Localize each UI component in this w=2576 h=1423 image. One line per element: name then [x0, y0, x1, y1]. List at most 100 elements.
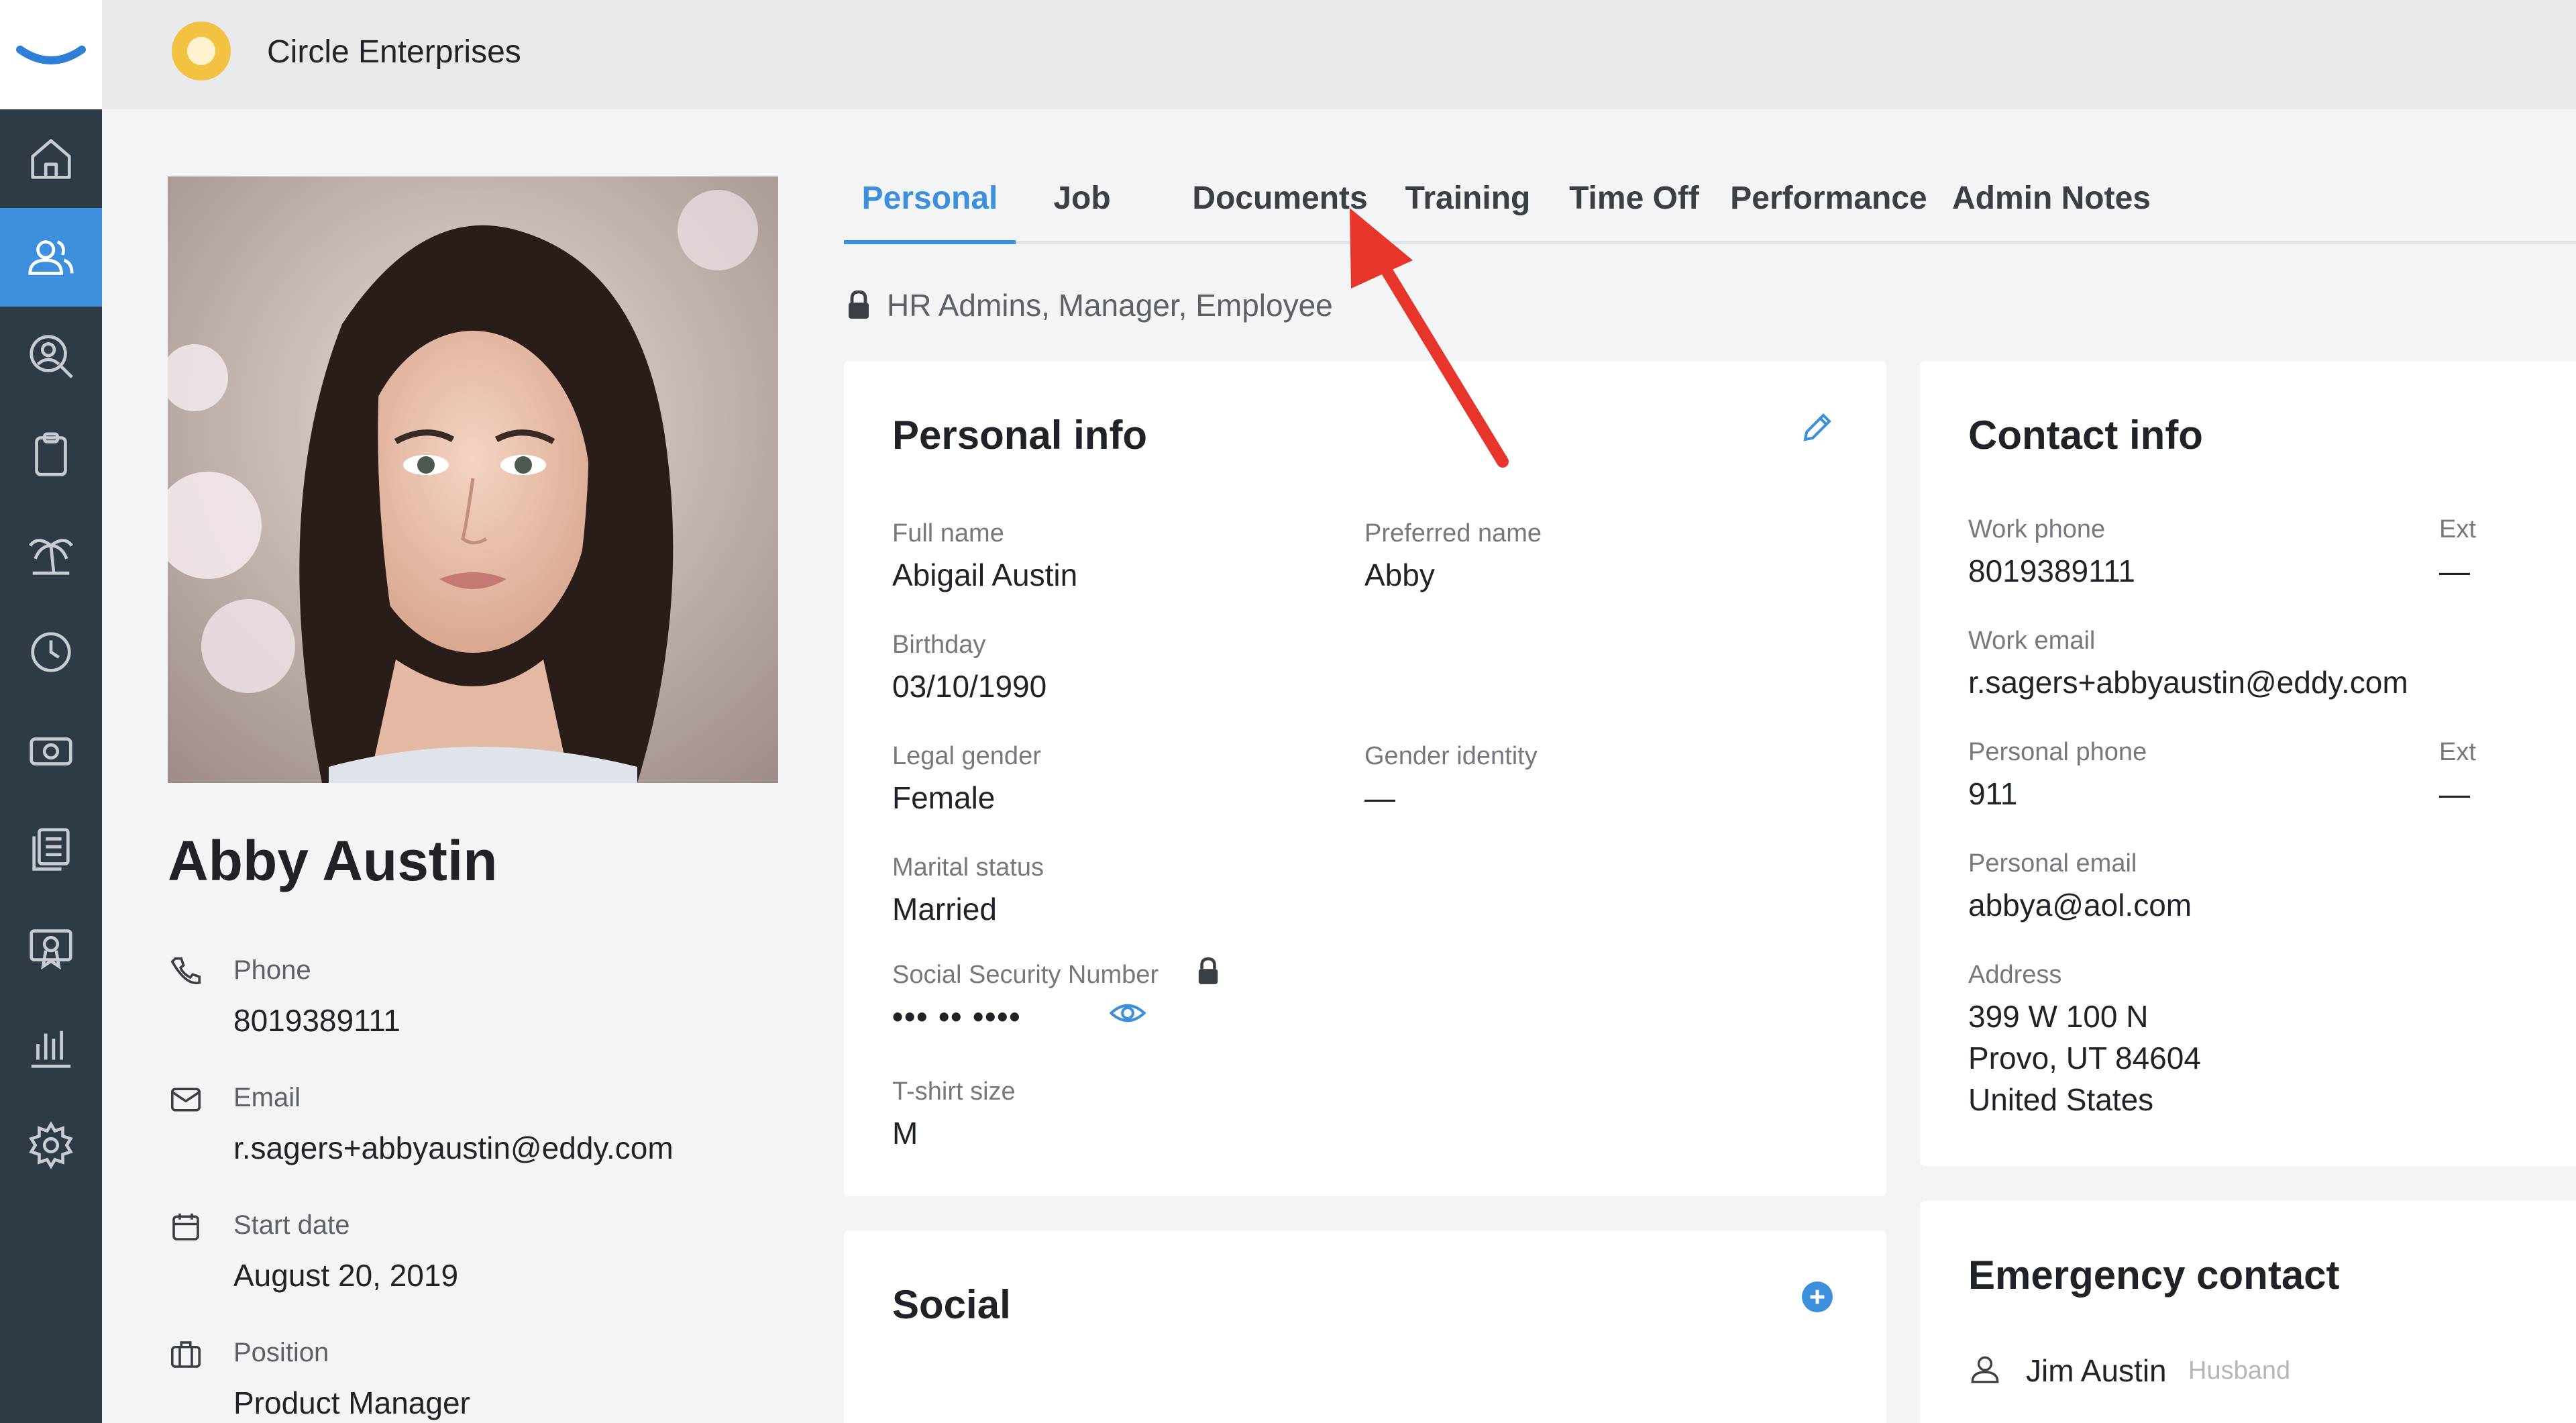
birthday-value: 03/10/1990 — [892, 669, 1047, 704]
company-logo — [172, 21, 231, 81]
personal-info-card: Personal info Full name Abigail Austin P… — [844, 361, 1886, 1196]
email-label: Email — [233, 1083, 301, 1112]
social-card: Social — [844, 1230, 1886, 1423]
legal-gender-label: Legal gender — [892, 742, 1041, 770]
contact-info-title: Contact info — [1968, 413, 2203, 458]
work-email-label: Work email — [1968, 627, 2096, 655]
work-email-value[interactable]: r.sagers+abbyaustin@eddy.com — [1968, 664, 2408, 700]
address-line-2: Provo, UT 84604 — [1968, 1041, 2201, 1075]
birthday-label: Birthday — [892, 631, 986, 659]
palm-tree-icon — [28, 538, 74, 575]
tshirt-size-value: M — [892, 1116, 918, 1151]
emergency-contact-relation: Husband — [2188, 1357, 2291, 1385]
ssn-value: ••• •• •••• — [892, 999, 1022, 1034]
show-ssn-eye-icon[interactable] — [1110, 998, 1146, 1028]
personal-info-title: Personal info — [892, 413, 1148, 458]
nav-user-search[interactable] — [0, 307, 102, 405]
start-date-label: Start date — [233, 1210, 350, 1240]
position-value: Product Manager — [233, 1385, 470, 1420]
tshirt-size-label: T-shirt size — [892, 1077, 1016, 1106]
visibility-text: HR Admins, Manager, Employee — [887, 288, 1333, 323]
emergency-contact-name: Jim Austin — [2026, 1353, 2167, 1388]
nav-documents[interactable] — [0, 800, 102, 898]
nav-payroll[interactable] — [0, 701, 102, 800]
gender-identity-value: — — [1364, 780, 1395, 815]
phone-value[interactable]: 8019389111 — [233, 1002, 400, 1039]
work-ext-value: — — [2439, 554, 2470, 588]
email-icon — [170, 1088, 201, 1112]
ssn-lock-icon — [1198, 957, 1218, 984]
top-bar: Circle Enterprises — [102, 0, 2576, 109]
marital-status-label: Marital status — [892, 853, 1044, 882]
tab-performance[interactable]: Performance — [1728, 172, 1929, 244]
legal-gender-value: Female — [892, 780, 996, 815]
social-title: Social — [892, 1282, 1011, 1327]
home-icon — [31, 138, 71, 179]
bar-chart-icon — [31, 1031, 71, 1068]
edit-pencil-icon[interactable] — [1799, 409, 1835, 445]
marital-status-value: Married — [892, 892, 997, 927]
company-name[interactable]: Circle Enterprises — [267, 34, 521, 70]
app-logo[interactable] — [0, 0, 102, 109]
preferred-name-value: Abby — [1364, 558, 1435, 592]
nav-time[interactable] — [0, 602, 102, 701]
contact-info-card: Contact info Work phone 8019389111 Ext —… — [1920, 361, 2576, 1166]
nav-time-off[interactable] — [0, 504, 102, 602]
nav-home[interactable] — [0, 109, 102, 208]
lock-icon — [849, 291, 869, 319]
people-icon — [28, 240, 74, 275]
nav-training[interactable] — [0, 898, 102, 997]
visibility-note: HR Admins, Manager, Employee — [847, 287, 1333, 323]
nav-clipboard[interactable] — [0, 405, 102, 504]
emergency-contact-card: Emergency contact Jim Austin Husband — [1920, 1201, 2576, 1423]
personal-phone-label: Personal phone — [1968, 738, 2147, 766]
add-social-icon[interactable] — [1801, 1280, 1834, 1314]
profile-name: Abby Austin — [168, 829, 498, 892]
ssn-label: Social Security Number — [892, 961, 1159, 989]
address-label: Address — [1968, 961, 2062, 989]
address-line-1: 399 W 100 N — [1968, 999, 2149, 1034]
money-icon — [30, 737, 72, 766]
tab-training[interactable]: Training — [1394, 172, 1542, 244]
profile-photo — [168, 176, 778, 783]
smile-logo-icon — [16, 45, 86, 64]
personal-ext-label: Ext — [2439, 738, 2476, 766]
clipboard-icon — [35, 431, 67, 476]
gender-identity-label: Gender identity — [1364, 742, 1538, 770]
left-nav-rail — [0, 0, 102, 1423]
work-phone-label: Work phone — [1968, 515, 2106, 543]
tab-time-off[interactable]: Time Off — [1560, 172, 1708, 244]
preferred-name-label: Preferred name — [1364, 519, 1542, 547]
tab-admin-notes[interactable]: Admin Notes — [1951, 172, 2152, 244]
personal-ext-value: — — [2439, 776, 2470, 811]
full-name-value: Abigail Austin — [892, 558, 1078, 592]
position-label: Position — [233, 1338, 329, 1367]
clock-icon — [31, 631, 71, 672]
phone-label: Phone — [233, 955, 311, 985]
full-name-label: Full name — [892, 519, 1004, 547]
tab-personal[interactable]: Personal — [844, 172, 1016, 244]
nav-people[interactable] — [0, 208, 102, 307]
email-value[interactable]: r.sagers+abbyaustin@eddy.com — [233, 1130, 674, 1166]
tab-documents[interactable]: Documents — [1179, 172, 1381, 244]
certificate-icon — [30, 929, 72, 969]
nav-reports[interactable] — [0, 997, 102, 1096]
nav-settings[interactable] — [0, 1096, 102, 1194]
start-date-value: August 20, 2019 — [233, 1258, 459, 1293]
phone-icon — [170, 957, 201, 985]
address-line-3: United States — [1968, 1082, 2154, 1117]
user-search-icon — [30, 334, 73, 378]
emergency-contact-title: Emergency contact — [1968, 1253, 2340, 1298]
work-phone-value: 8019389111 — [1968, 554, 2136, 588]
documents-icon — [32, 827, 70, 871]
personal-email-value[interactable]: abbya@aol.com — [1968, 887, 2192, 923]
tab-job[interactable]: Job — [1032, 172, 1132, 244]
profile-tabs: Personal Job Documents Training Time Off… — [844, 161, 2576, 244]
work-ext-label: Ext — [2439, 515, 2476, 543]
gear-icon — [29, 1120, 73, 1169]
calendar-icon — [172, 1213, 199, 1241]
briefcase-icon — [170, 1341, 201, 1368]
personal-email-label: Personal email — [1968, 849, 2137, 878]
personal-phone-value: 911 — [1968, 776, 2018, 811]
person-icon — [1971, 1356, 1999, 1383]
